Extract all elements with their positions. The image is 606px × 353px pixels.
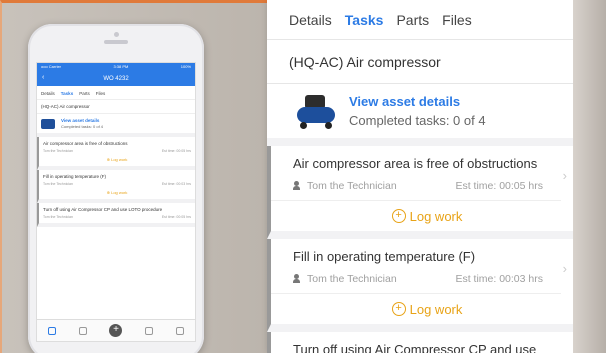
- completed-tasks-label: Completed tasks: 0 of 4: [349, 113, 486, 128]
- task-assignee: Tom the Technician: [293, 180, 397, 192]
- plus-circle-icon: +: [391, 302, 406, 316]
- plus-circle-icon: +: [391, 209, 406, 223]
- phone-tab-tasks[interactable]: Tasks: [61, 91, 73, 96]
- phone-task-title: Fill in operating temperature (F): [43, 174, 107, 179]
- tab-tasks[interactable]: Tasks: [345, 12, 384, 28]
- phone-task[interactable]: Turn off using Air Compressor CP and use…: [37, 203, 195, 227]
- assignee-name: Tom the Technician: [307, 180, 397, 192]
- add-icon[interactable]: +: [109, 324, 123, 337]
- task-item[interactable]: Fill in operating temperature (F) Tom th…: [267, 239, 573, 332]
- phone-task-title: Air compressor area is free of obstructi…: [43, 141, 128, 146]
- phone-screen: ooo Carrier 3:38 PM 100% ‹ WO 4232 Detai…: [36, 62, 196, 342]
- log-work-label: Log work: [409, 208, 463, 224]
- phone-log-work-button[interactable]: ⊕ Log work: [43, 190, 191, 195]
- task-title: Air compressor area is free of obstructi…: [293, 156, 538, 171]
- phone-task-title: Turn off using Air Compressor CP and use…: [43, 207, 163, 212]
- tab-parts[interactable]: Parts: [396, 12, 429, 28]
- phone-task-est: Est time: 00:03 hrs: [161, 182, 191, 186]
- phone-log-label: Log work: [111, 157, 128, 162]
- person-icon: [293, 274, 301, 283]
- phone-mockup: ooo Carrier 3:38 PM 100% ‹ WO 4232 Detai…: [28, 24, 204, 353]
- phone-asset-progress: Completed tasks: 0 of 4: [61, 124, 104, 129]
- task-est-time: Est time: 00:03 hrs: [455, 273, 543, 285]
- air-compressor-icon: [295, 93, 337, 129]
- assignee-name: Tom the Technician: [307, 273, 397, 285]
- clock: 3:38 PM: [113, 64, 129, 69]
- phone-task-est: Est time: 00:05 hrs: [161, 149, 191, 153]
- asset-card[interactable]: View asset details Completed tasks: 0 of…: [267, 84, 573, 146]
- tab-files[interactable]: Files: [442, 12, 472, 28]
- phone-tabs: Details Tasks Parts Files: [37, 86, 195, 100]
- person-icon: [293, 181, 301, 190]
- phone-tab-files[interactable]: Files: [96, 91, 106, 96]
- battery-label: 100%: [180, 64, 191, 69]
- phone-asset-card[interactable]: View asset details Completed tasks: 0 of…: [37, 114, 195, 137]
- work-orders-icon[interactable]: [48, 326, 57, 335]
- phone-asset-link[interactable]: View asset details: [61, 118, 103, 123]
- compressor-icon: [41, 118, 55, 129]
- status-bar: ooo Carrier 3:38 PM 100%: [37, 63, 195, 71]
- camera-icon: [114, 32, 119, 37]
- log-work-button[interactable]: + Log work: [293, 201, 561, 231]
- scan-icon[interactable]: [145, 326, 154, 335]
- phone-log-work-button[interactable]: ⊕ Log work: [43, 157, 191, 162]
- more-icon[interactable]: [175, 326, 184, 335]
- nav-title: WO 4232: [103, 75, 129, 82]
- tab-bar: Details Tasks Parts Files: [267, 0, 573, 40]
- phone-asset-title: (HQ-AC) Air compressor: [37, 100, 195, 114]
- phone-tab-details[interactable]: Details: [41, 91, 55, 96]
- tab-details[interactable]: Details: [289, 12, 332, 28]
- task-title: Fill in operating temperature (F): [293, 249, 476, 264]
- phone-log-label: Log work: [111, 190, 128, 195]
- task-est-time: Est time: 00:05 hrs: [455, 180, 543, 192]
- nav-bar: ‹ WO 4232: [37, 71, 195, 86]
- chevron-right-icon: ›: [562, 168, 567, 183]
- phone-task[interactable]: Air compressor area is free of obstructi…: [37, 137, 195, 170]
- asset-title: (HQ-AC) Air compressor: [267, 40, 573, 84]
- speaker-slot: [104, 40, 128, 44]
- task-title: Turn off using Air Compressor CP and use: [293, 342, 537, 353]
- task-item[interactable]: Turn off using Air Compressor CP and use: [267, 332, 573, 353]
- phone-tab-parts[interactable]: Parts: [79, 91, 90, 96]
- chevron-right-icon: ›: [562, 261, 567, 276]
- background-strip: [573, 0, 606, 353]
- phone-task[interactable]: Fill in operating temperature (F) Tom th…: [37, 170, 195, 203]
- task-assignee: Tom the Technician: [293, 273, 397, 285]
- log-work-button[interactable]: + Log work: [293, 294, 561, 324]
- assets-icon[interactable]: [78, 326, 87, 335]
- log-work-label: Log work: [409, 301, 463, 317]
- phone-task-tech: Tom the Technician: [43, 149, 73, 153]
- phone-tab-bar: +: [37, 319, 195, 341]
- task-item[interactable]: Air compressor area is free of obstructi…: [267, 146, 573, 239]
- phone-task-est: Est time: 00:05 hrs: [161, 215, 191, 219]
- view-asset-details-link[interactable]: View asset details: [349, 94, 486, 109]
- phone-task-tech: Tom the Technician: [43, 182, 73, 186]
- phone-task-tech: Tom the Technician: [43, 215, 73, 219]
- zoomed-panel: Details Tasks Parts Files (HQ-AC) Air co…: [267, 0, 573, 353]
- carrier-label: ooo Carrier: [41, 64, 62, 69]
- back-icon[interactable]: ‹: [42, 74, 44, 81]
